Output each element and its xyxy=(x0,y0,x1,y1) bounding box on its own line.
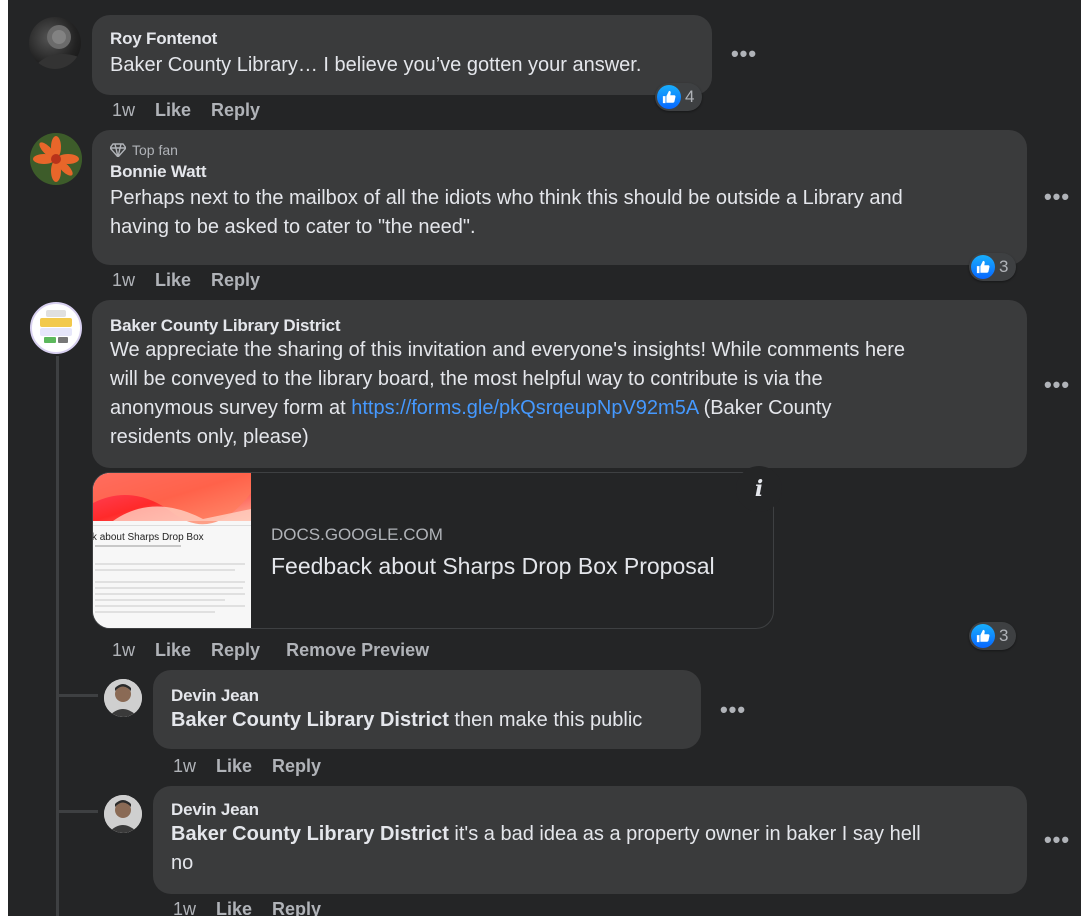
comment-text-line: residents only, please) xyxy=(110,426,309,448)
avatar-image xyxy=(33,305,79,351)
info-icon[interactable]: i xyxy=(736,466,782,512)
reply-button[interactable]: Reply xyxy=(272,756,321,777)
reply-author[interactable]: Devin Jean xyxy=(171,686,683,706)
comment-text-line: will be conveyed to the library board, t… xyxy=(110,368,823,390)
comment-text-line: having to be asked to cater to "the need… xyxy=(110,216,476,238)
survey-link[interactable]: https://forms.gle/pkQsrqeupNpV92m5A xyxy=(351,397,698,419)
thumbs-up-icon xyxy=(657,85,681,109)
comment-actions: 1w Like Reply xyxy=(112,270,260,291)
reply-timestamp[interactable]: 1w xyxy=(173,756,196,777)
reply-button[interactable]: Reply xyxy=(272,899,321,916)
comment-actions: 1w Like Reply xyxy=(112,100,260,121)
avatar[interactable] xyxy=(30,133,82,185)
like-button[interactable]: Like xyxy=(155,640,191,661)
more-options-icon[interactable]: ••• xyxy=(1040,823,1074,857)
reaction-count[interactable]: 3 xyxy=(969,253,1017,281)
comment-author[interactable]: Bonnie Watt xyxy=(110,162,1009,182)
more-options-icon[interactable]: ••• xyxy=(716,693,750,727)
reaction-count-value: 4 xyxy=(685,87,695,106)
avatar-image xyxy=(104,795,142,833)
avatar[interactable] xyxy=(29,17,81,69)
comment-author[interactable]: Baker County Library District xyxy=(110,316,1009,336)
text-fragment: anonymous survey form at xyxy=(110,397,352,419)
top-fan-badge[interactable]: Top fan xyxy=(110,142,1009,158)
reply-button[interactable]: Reply xyxy=(211,270,260,291)
like-button[interactable]: Like xyxy=(216,756,252,777)
text-fragment: then make this public xyxy=(448,709,643,731)
comment-timestamp[interactable]: 1w xyxy=(112,640,135,661)
avatar[interactable] xyxy=(104,795,142,833)
preview-title: Feedback about Sharps Drop Box Proposal xyxy=(271,553,715,579)
remove-preview-button[interactable]: Remove Preview xyxy=(286,640,429,661)
comment-bubble: Top fan Bonnie Watt Perhaps next to the … xyxy=(92,130,1027,265)
more-options-icon[interactable]: ••• xyxy=(727,37,761,71)
reaction-count[interactable]: 3 xyxy=(969,622,1017,650)
comment-timestamp[interactable]: 1w xyxy=(112,100,135,121)
text-fragment: (Baker County xyxy=(698,397,832,419)
comment-author[interactable]: Roy Fontenot xyxy=(110,29,694,49)
reply-author[interactable]: Devin Jean xyxy=(171,800,1009,820)
comment-bubble: Baker County Library District We appreci… xyxy=(92,300,1027,468)
reply-text-line: no xyxy=(171,852,194,874)
reply-button[interactable]: Reply xyxy=(211,100,260,121)
comment-text: Baker County Library… I believe you’ve g… xyxy=(110,54,642,76)
preview-domain: DOCS.GOOGLE.COM xyxy=(271,525,443,544)
comment-text-line: We appreciate the sharing of this invita… xyxy=(110,339,905,361)
comment-bubble: Roy Fontenot Baker County Library… I bel… xyxy=(92,15,712,95)
reply-text: Baker County Library District then make … xyxy=(171,706,683,735)
thread-line xyxy=(56,356,59,916)
text-fragment: it's a bad idea as a property owner in b… xyxy=(448,823,921,845)
reply-timestamp[interactable]: 1w xyxy=(173,899,196,916)
comment-text-line: Perhaps next to the mailbox of all the i… xyxy=(110,187,903,209)
diamond-icon xyxy=(110,143,126,157)
thumbs-up-icon xyxy=(971,255,995,279)
avatar[interactable] xyxy=(104,679,142,717)
reply-bubble: Devin Jean Baker County Library District… xyxy=(153,670,701,749)
thumbs-up-icon xyxy=(971,624,995,648)
reaction-count-value: 3 xyxy=(999,257,1009,276)
preview-thumb-title: Feedback about Sharps Drop Box Proposal xyxy=(93,532,204,543)
avatar[interactable] xyxy=(30,302,82,354)
comment-actions: 1w Like Reply Remove Preview xyxy=(112,640,429,661)
reaction-count[interactable]: 4 xyxy=(655,83,703,111)
badge-label: Top fan xyxy=(132,142,178,158)
like-button[interactable]: Like xyxy=(155,100,191,121)
link-preview-card[interactable]: Feedback about Sharps Drop Box Proposal … xyxy=(92,472,774,629)
comments-panel: Roy Fontenot Baker County Library… I bel… xyxy=(0,0,1081,916)
more-options-icon[interactable]: ••• xyxy=(1040,180,1074,214)
thread-connector xyxy=(56,694,98,697)
window-edge xyxy=(0,0,8,916)
comment-text-line: anonymous survey form at https://forms.g… xyxy=(110,394,1009,423)
comment-timestamp[interactable]: 1w xyxy=(112,270,135,291)
more-options-icon[interactable]: ••• xyxy=(1040,368,1074,402)
reply-button[interactable]: Reply xyxy=(211,640,260,661)
reply-text-line: Baker County Library District it's a bad… xyxy=(171,820,1009,849)
preview-thumbnail: Feedback about Sharps Drop Box Proposal xyxy=(93,473,251,628)
reaction-count-value: 3 xyxy=(999,626,1009,645)
avatar-image xyxy=(104,679,142,717)
thread-connector xyxy=(56,810,98,813)
mention-link[interactable]: Baker County Library District xyxy=(171,709,449,731)
avatar-image xyxy=(33,25,81,69)
like-button[interactable]: Like xyxy=(155,270,191,291)
reply-bubble: Devin Jean Baker County Library District… xyxy=(153,786,1027,894)
reply-actions: 1w Like Reply xyxy=(173,756,321,777)
reply-actions: 1w Like Reply xyxy=(173,899,321,916)
mention-link[interactable]: Baker County Library District xyxy=(171,823,449,845)
avatar-image xyxy=(30,133,82,185)
like-button[interactable]: Like xyxy=(216,899,252,916)
